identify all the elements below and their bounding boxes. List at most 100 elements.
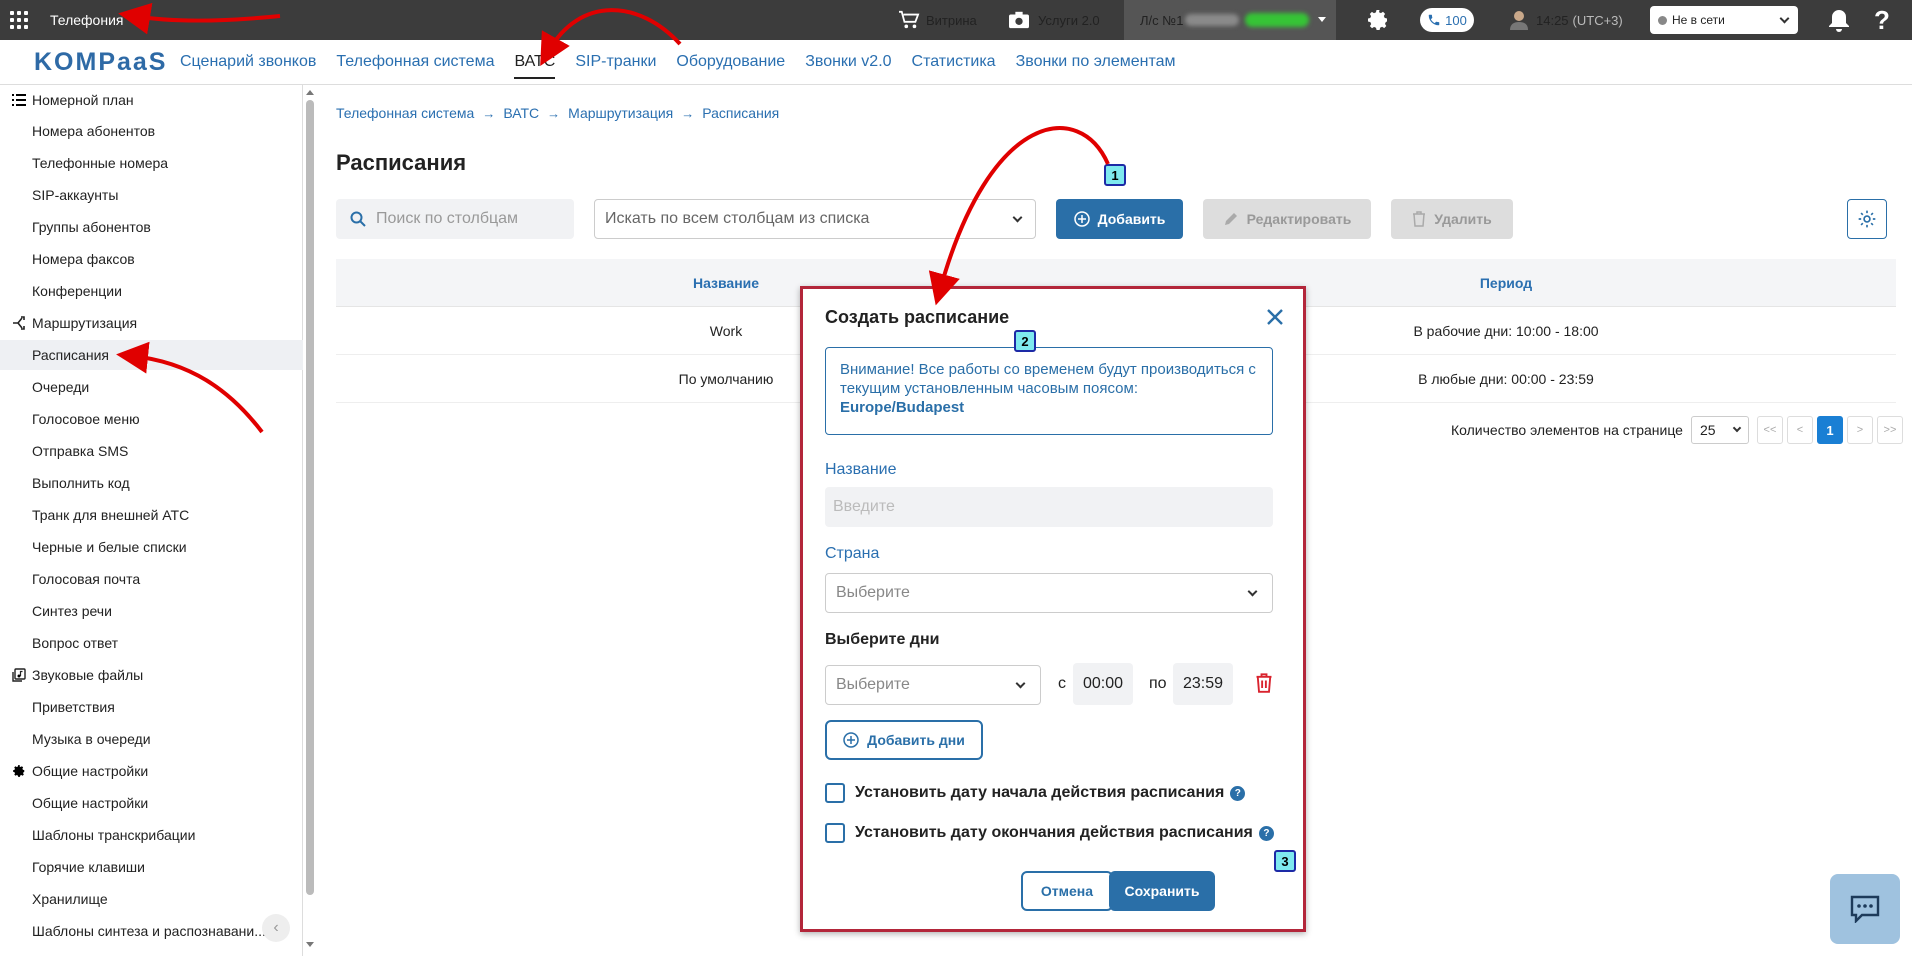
- table-settings-button[interactable]: [1847, 199, 1887, 239]
- timezone-alert: Внимание! Все работы со временем будут п…: [825, 347, 1273, 435]
- end-date-checkbox-row[interactable]: Установить дату окончания действия распи…: [825, 823, 1274, 843]
- delete-label: Удалить: [1434, 211, 1492, 227]
- apps-grid-icon[interactable]: [10, 11, 28, 29]
- sidebar-group-general-settings[interactable]: Общие настройки: [12, 759, 148, 783]
- list-icon: [12, 94, 26, 106]
- calls-counter[interactable]: 100: [1420, 8, 1474, 32]
- nav-statistics[interactable]: Статистика: [912, 40, 996, 85]
- sidebar-item-synthesis-templates[interactable]: Шаблоны синтеза и распознавани...: [32, 919, 268, 943]
- breadcrumb-routing[interactable]: Маршрутизация: [568, 105, 673, 121]
- sidebar-item-greetings[interactable]: Приветствия: [32, 695, 115, 719]
- prev-page-button[interactable]: <: [1786, 416, 1813, 444]
- sidebar-item-queues[interactable]: Очереди: [32, 375, 89, 399]
- sidebar-scrollbar[interactable]: [306, 100, 314, 895]
- sidebar-item-voicemail[interactable]: Голосовая почта: [32, 567, 140, 591]
- sidebar-item-phone-numbers[interactable]: Телефонные номера: [32, 151, 168, 175]
- sidebar-group-routing[interactable]: Маршрутизация: [12, 311, 137, 335]
- phone-icon: [1428, 14, 1440, 26]
- add-button[interactable]: Добавить: [1056, 199, 1183, 239]
- nav-phone-system[interactable]: Телефонная система: [336, 40, 494, 85]
- cancel-button[interactable]: Отмена: [1021, 871, 1113, 911]
- sidebar-item-sip-accounts[interactable]: SIP-аккаунты: [32, 183, 118, 207]
- help-icon[interactable]: ?: [1258, 825, 1274, 841]
- services-link[interactable]: Услуги 2.0: [1008, 0, 1100, 40]
- sidebar-item-hotkeys[interactable]: Горячие клавиши: [32, 855, 145, 879]
- breadcrumb-phone-system[interactable]: Телефонная система: [336, 105, 474, 121]
- sidebar-group-sound-files[interactable]: Звуковые файлы: [12, 663, 143, 687]
- add-days-label: Добавить дни: [867, 732, 965, 748]
- sidebar-group-numbering[interactable]: Номерной план: [12, 88, 134, 112]
- status-label: Не в сети: [1672, 13, 1725, 27]
- sidebar-item-speech-synthesis[interactable]: Синтез речи: [32, 599, 112, 623]
- sidebar-item-voice-menu[interactable]: Голосовое меню: [32, 407, 140, 431]
- add-days-button[interactable]: Добавить дни: [825, 720, 983, 760]
- search-placeholder: Поиск по столбцам: [376, 210, 519, 227]
- sidebar-item-schedules[interactable]: Расписания: [32, 343, 109, 367]
- edit-button[interactable]: Редактировать: [1203, 199, 1371, 239]
- chevron-down-icon: [1012, 212, 1023, 223]
- chevron-left-icon: ‹: [273, 919, 279, 936]
- first-page-button[interactable]: <<: [1756, 416, 1783, 444]
- from-time-input[interactable]: 00:00: [1073, 663, 1133, 705]
- settings-gear-button[interactable]: [1366, 0, 1390, 40]
- plus-circle-icon: [843, 732, 859, 748]
- column-search-select[interactable]: Искать по всем столбцам из списка: [594, 199, 1036, 239]
- add-label: Добавить: [1097, 211, 1166, 227]
- current-page-button[interactable]: 1: [1816, 416, 1843, 444]
- breadcrumb-vats[interactable]: ВАТС: [503, 105, 539, 121]
- collapse-sidebar-button[interactable]: ‹: [262, 914, 290, 942]
- nav-equipment[interactable]: Оборудование: [676, 40, 785, 85]
- chat-button[interactable]: [1830, 874, 1900, 944]
- days-select[interactable]: Выберите: [825, 665, 1041, 705]
- help-icon[interactable]: ?: [1874, 0, 1890, 40]
- to-time-input[interactable]: 23:59: [1173, 663, 1233, 705]
- nav-calls-v2[interactable]: Звонки v2.0: [805, 40, 891, 85]
- country-select[interactable]: Выберите: [825, 573, 1273, 613]
- sidebar-item-transcription-templates[interactable]: Шаблоны транскрибации: [32, 823, 195, 847]
- save-button[interactable]: Сохранить: [1109, 871, 1215, 911]
- start-date-checkbox[interactable]: [825, 783, 845, 803]
- sidebar-group-label: Звуковые файлы: [32, 667, 144, 683]
- nav-call-scenario[interactable]: Сценарий звонков: [180, 40, 316, 85]
- sidebar-item-fax-numbers[interactable]: Номера факсов: [32, 247, 135, 271]
- trash-icon[interactable]: [1255, 673, 1273, 693]
- user-clock[interactable]: 14:25 (UTC+3): [1510, 0, 1623, 40]
- sidebar-item-question-answer[interactable]: Вопрос ответ: [32, 631, 118, 655]
- status-select[interactable]: Не в сети: [1650, 6, 1798, 34]
- showcase-link[interactable]: Витрина: [898, 0, 977, 40]
- sidebar-item-subscriber-groups[interactable]: Группы абонентов: [32, 215, 151, 239]
- search-icon: [350, 211, 366, 227]
- notifications-button[interactable]: [1828, 0, 1850, 40]
- nav-sip-trunks[interactable]: SIP-транки: [575, 40, 656, 85]
- sidebar-item-general-settings[interactable]: Общие настройки: [32, 791, 148, 815]
- nav-calls-by-elements[interactable]: Звонки по элементам: [1016, 40, 1176, 85]
- scroll-down-arrow[interactable]: [306, 942, 314, 947]
- help-icon[interactable]: ?: [1230, 785, 1246, 801]
- end-date-checkbox[interactable]: [825, 823, 845, 843]
- sidebar-item-run-code[interactable]: Выполнить код: [32, 471, 130, 495]
- nav-vats[interactable]: ВАТС: [514, 40, 555, 85]
- step-badge-2: 2: [1014, 330, 1036, 352]
- start-date-checkbox-row[interactable]: Установить дату начала действия расписан…: [825, 783, 1246, 803]
- sidebar-item-subscriber-numbers[interactable]: Номера абонентов: [32, 119, 155, 143]
- step-badge-3: 3: [1274, 850, 1296, 872]
- sidebar-item-external-trunk[interactable]: Транк для внешней АТС: [32, 503, 189, 527]
- name-input[interactable]: Введите: [825, 487, 1273, 527]
- close-icon[interactable]: [1263, 305, 1287, 329]
- sidebar-item-conferences[interactable]: Конференции: [32, 279, 122, 303]
- breadcrumb-schedules[interactable]: Расписания: [702, 105, 779, 121]
- sidebar-item-black-white-lists[interactable]: Черные и белые списки: [32, 535, 187, 559]
- app-title[interactable]: Телефония: [50, 12, 123, 28]
- sidebar-item-send-sms[interactable]: Отправка SMS: [32, 439, 128, 463]
- search-input[interactable]: Поиск по столбцам: [336, 199, 574, 239]
- page-size-select[interactable]: 25: [1690, 416, 1749, 444]
- sidebar-item-queue-music[interactable]: Музыка в очереди: [32, 727, 151, 751]
- sidebar-item-storage[interactable]: Хранилище: [32, 887, 108, 911]
- sound-files-icon: [12, 668, 26, 682]
- scroll-up-arrow[interactable]: [306, 90, 314, 95]
- next-page-button[interactable]: >: [1846, 416, 1873, 444]
- delete-button[interactable]: Удалить: [1391, 199, 1513, 239]
- trash-icon: [1413, 211, 1426, 227]
- account-selector[interactable]: Л/с №1: [1124, 0, 1336, 40]
- last-page-button[interactable]: >>: [1876, 416, 1903, 444]
